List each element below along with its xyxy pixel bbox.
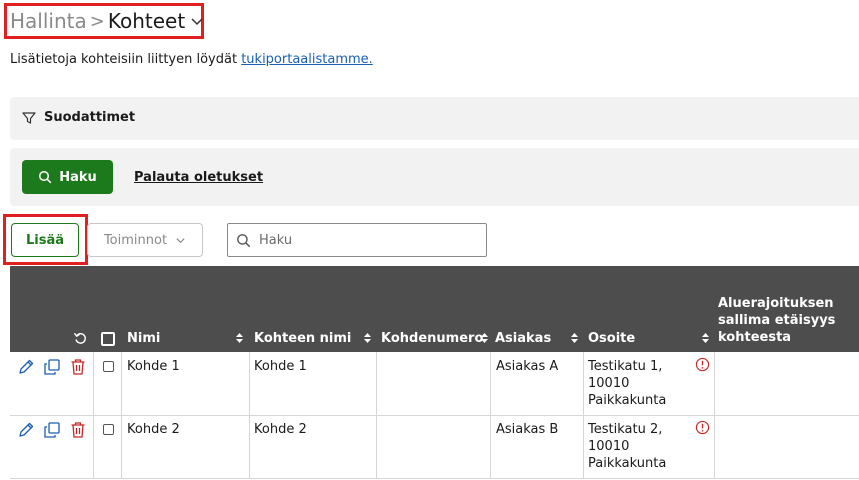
sort-icon[interactable] [570, 332, 579, 344]
select-all-checkbox[interactable] [101, 332, 115, 346]
chevron-down-icon[interactable] [190, 14, 204, 28]
address-line3: Paikkakunta [588, 456, 667, 471]
cell-name[interactable]: Kohde 2 [127, 421, 180, 438]
breadcrumb-parent[interactable]: Hallinta [10, 9, 87, 33]
filters-label: Suodattimet [44, 110, 136, 125]
delete-icon[interactable] [69, 358, 87, 376]
search-input[interactable] [257, 231, 471, 249]
copy-icon[interactable] [43, 421, 61, 439]
cell-customer: Asiakas B [496, 422, 559, 437]
breadcrumb-current[interactable]: Kohteet [108, 9, 185, 33]
address-line1: Testikatu 1, [588, 359, 663, 374]
cell-address: Testikatu 2, 10010 Paikkakunta [588, 421, 666, 472]
address-line2: 10010 [588, 376, 630, 391]
info-text: Lisätietoja kohteisiin liittyen löydät t… [10, 52, 373, 67]
chevron-down-icon [176, 237, 185, 243]
breadcrumb-separator: > [89, 10, 105, 32]
table-row: Kohde 1 Kohde 1 Asiakas A Testikatu 1, 1… [10, 352, 859, 416]
cell-target-name: Kohde 1 [254, 359, 307, 374]
sort-icon[interactable] [701, 332, 710, 344]
support-portal-link[interactable]: tukiportaalistamme. [241, 52, 373, 67]
search-panel: Haku Palauta oletukset [10, 148, 859, 206]
copy-icon[interactable] [43, 358, 61, 376]
table-header: Nimi Kohteen nimi Kohdenumero Asiakas Os… [10, 266, 859, 352]
sort-icon[interactable] [235, 332, 244, 344]
column-header-distance[interactable]: Aluerajoituksen sallima etäisyys kohtees… [718, 295, 835, 346]
address-line2: 10010 [588, 439, 630, 454]
search-button[interactable]: Haku [22, 160, 113, 194]
cell-name[interactable]: Kohde 1 [127, 358, 180, 375]
actions-dropdown-label: Toiminnot [103, 232, 168, 248]
address-line1: Testikatu 2, [588, 422, 663, 437]
search-icon [39, 170, 52, 184]
info-text-label: Lisätietoja kohteisiin liittyen löydät [10, 52, 242, 67]
column-header-address[interactable]: Osoite [588, 331, 635, 346]
filters-panel[interactable]: Suodattimet [10, 97, 859, 140]
actions-dropdown[interactable]: Toiminnot [87, 223, 203, 257]
add-button[interactable]: Lisää [11, 223, 79, 257]
cell-address: Testikatu 1, 10010 Paikkakunta [588, 358, 666, 409]
column-header-name[interactable]: Nimi [127, 331, 160, 346]
search-icon [237, 233, 251, 247]
warning-icon[interactable] [695, 357, 710, 372]
reset-sort-icon[interactable] [73, 331, 88, 346]
delete-icon[interactable] [69, 421, 87, 439]
table-row: Kohde 2 Kohde 2 Asiakas B Testikatu 2, 1… [10, 415, 859, 479]
column-header-distance-line3: kohteesta [718, 330, 792, 345]
column-header-target-number[interactable]: Kohdenumero [381, 331, 483, 346]
breadcrumb: Hallinta > Kohteet [10, 8, 204, 34]
column-header-customer[interactable]: Asiakas [495, 331, 551, 346]
search-field[interactable] [227, 223, 487, 257]
column-header-target-name[interactable]: Kohteen nimi [254, 331, 351, 346]
row-checkbox[interactable] [103, 361, 114, 372]
sort-icon[interactable] [363, 332, 372, 344]
warning-icon[interactable] [695, 420, 710, 435]
reset-defaults-link[interactable]: Palauta oletukset [134, 170, 263, 185]
search-button-label: Haku [59, 169, 97, 185]
sort-icon[interactable] [480, 332, 489, 344]
edit-icon[interactable] [17, 421, 35, 439]
address-line3: Paikkakunta [588, 393, 667, 408]
filter-icon [22, 111, 36, 124]
column-header-distance-line1: Aluerajoituksen [718, 296, 834, 311]
cell-customer: Asiakas A [496, 359, 559, 374]
row-checkbox[interactable] [103, 424, 114, 435]
column-header-distance-line2: sallima etäisyys [718, 313, 836, 328]
cell-target-name: Kohde 2 [254, 422, 307, 437]
edit-icon[interactable] [17, 358, 35, 376]
